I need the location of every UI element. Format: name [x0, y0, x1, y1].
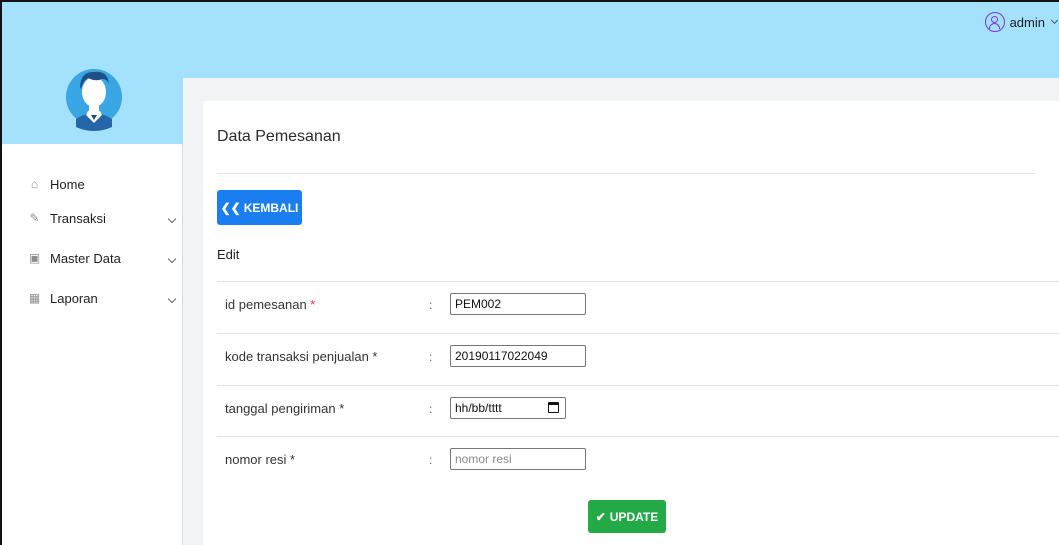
date-input-value: hh/bb/tttt — [455, 401, 502, 415]
sidebar: ⌂ Home ✎ Transaksi ▣ Master Data ▦ Lapor… — [2, 2, 183, 545]
section-label: Edit — [217, 247, 240, 262]
sidebar-header — [2, 2, 183, 144]
divider — [217, 173, 1035, 174]
sidebar-nav: ⌂ Home ✎ Transaksi ▣ Master Data ▦ Lapor… — [2, 170, 183, 318]
update-button-label: UPDATE — [609, 509, 659, 524]
user-icon — [984, 12, 1005, 32]
field-label-text: id pemesanan — [225, 297, 307, 312]
double-chevron-left-icon: ❮❮ — [220, 200, 241, 215]
chevron-down-icon — [1050, 16, 1059, 25]
calendar-icon: ▦ — [28, 290, 41, 305]
id-pemesanan-input[interactable] — [450, 293, 586, 315]
top-bar: admin — [183, 2, 1059, 78]
app-window: ⌂ Home ✎ Transaksi ▣ Master Data ▦ Lapor… — [0, 0, 1059, 545]
form-card: Data Pemesanan ❮❮ KEMBALI Edit id pemesa… — [203, 101, 1059, 545]
chevron-down-icon — [167, 214, 177, 224]
colon: : — [429, 298, 433, 312]
pencil-icon: ✎ — [29, 210, 40, 225]
nomor-resi-input[interactable] — [450, 448, 586, 470]
back-button-label: KEMBALI — [243, 200, 299, 215]
update-button[interactable]: ✔ UPDATE — [588, 500, 666, 533]
colon: : — [429, 402, 433, 416]
form-row-tanggal-pengiriman: tanggal pengiriman * : hh/bb/tttt — [203, 386, 1059, 437]
page-title: Data Pemesanan — [217, 128, 341, 145]
chevron-down-icon — [167, 254, 177, 264]
sidebar-item-laporan[interactable]: ▦ Laporan — [2, 278, 183, 318]
form-row-kode-transaksi: kode transaksi penjualan * : — [203, 334, 1059, 385]
colon: : — [429, 350, 433, 364]
sidebar-item-master-data[interactable]: ▣ Master Data — [2, 238, 183, 278]
sidebar-item-transaksi[interactable]: ✎ Transaksi — [2, 198, 183, 238]
avatar — [66, 69, 122, 131]
sidebar-item-label: Master Data — [50, 250, 121, 266]
sidebar-item-home[interactable]: ⌂ Home — [2, 170, 183, 198]
required-star: * — [310, 297, 316, 312]
calendar-icon[interactable] — [548, 402, 559, 413]
username: admin — [1009, 14, 1045, 30]
user-menu[interactable]: admin — [984, 10, 1059, 34]
tanggal-pengiriman-date-input[interactable]: hh/bb/tttt — [450, 397, 566, 419]
check-icon: ✔ — [595, 509, 606, 524]
sidebar-item-label: Home — [50, 176, 85, 192]
sidebar-item-label: Transaksi — [50, 210, 106, 226]
field-label: nomor resi * — [225, 452, 296, 467]
form-row-id-pemesanan: id pemesanan * : — [203, 282, 1059, 333]
home-icon: ⌂ — [30, 176, 39, 191]
chevron-down-icon — [167, 294, 177, 304]
sidebar-item-label: Laporan — [50, 290, 98, 306]
field-label: tanggal pengiriman * — [225, 401, 345, 416]
back-button[interactable]: ❮❮ KEMBALI — [217, 190, 302, 225]
field-label: kode transaksi penjualan * — [225, 349, 378, 364]
field-label: id pemesanan * — [225, 297, 315, 312]
form-row-nomor-resi: nomor resi * : — [203, 437, 1059, 488]
kode-transaksi-input[interactable] — [450, 345, 586, 367]
colon: : — [429, 453, 433, 467]
edit-icon: ▣ — [28, 250, 41, 265]
